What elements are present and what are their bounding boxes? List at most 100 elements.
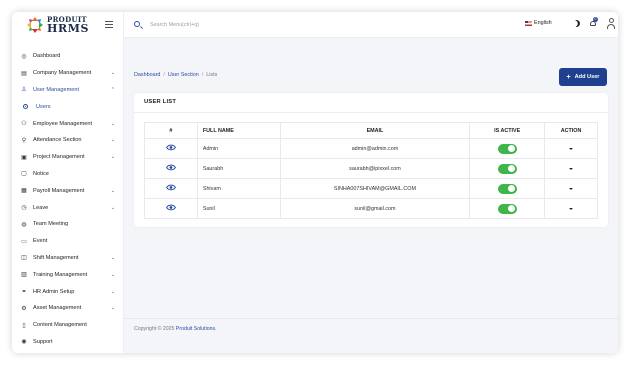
table-header-row: # FULL NAME EMAIL IS ACTIVE ACTION: [144, 122, 598, 139]
sidebar-item-hr-admin-setup[interactable]: ⚭ HR Admin Setup ⌄: [12, 283, 124, 300]
sidebar-item-employee-management[interactable]: ⚇ Employee Management ⌄: [12, 115, 124, 132]
view-eye-icon[interactable]: [165, 164, 176, 171]
sidebar-item-dashboard[interactable]: ◎ Dashboard: [12, 48, 124, 65]
dashboard-icon: ◎: [21, 53, 27, 60]
table-row: Sunil sunil@gmail.com: [144, 198, 598, 219]
sidebar-item-label: Attendance Section: [33, 137, 82, 144]
cell-full-name: Saurabh: [196, 158, 281, 179]
watch-icon: ◫: [21, 255, 27, 262]
footer: Copyright © 2025 Produit Solutions.: [134, 326, 217, 332]
clock-icon: ◷: [21, 205, 27, 212]
chevron-down-icon: ⌄: [110, 288, 115, 295]
dark-mode-toggle-icon[interactable]: [572, 19, 582, 29]
user-list-card: USER LIST # FULL NAME EMAIL IS ACTIVE AC…: [134, 93, 608, 227]
user-icon: ♙: [21, 87, 27, 94]
language-label: English: [534, 20, 552, 26]
column-header-is-active: IS ACTIVE: [469, 122, 546, 139]
chart-icon: ▥: [21, 272, 27, 279]
sidebar-item-payroll-management[interactable]: ▦ Payroll Management ⌄: [12, 182, 124, 199]
avatar[interactable]: [606, 18, 616, 30]
column-header-email: EMAIL: [279, 122, 471, 139]
sidebar-item-event[interactable]: ▭ Event: [12, 233, 124, 250]
cell-email: sunil@gmail.com: [279, 198, 471, 219]
topbar: English 0: [124, 12, 618, 38]
action-dropdown-icon[interactable]: [569, 187, 574, 190]
view-eye-icon[interactable]: [165, 184, 176, 191]
column-header-full-name: FULL NAME: [196, 122, 281, 139]
sidebar-item-label: User Management: [33, 86, 80, 93]
cell-email: SINHA007SHIVAM@GMAIL.COM: [279, 178, 471, 199]
sidebar-item-attendance-section[interactable]: ⚲ Attendance Section ⌄: [12, 132, 124, 149]
sidebar-item-label: Shift Management: [33, 254, 79, 261]
notification-badge: 0: [593, 17, 598, 22]
search-icon[interactable]: [134, 21, 140, 27]
sidebar-item-asset-management[interactable]: ⚙ Asset Management ⌄: [12, 300, 124, 317]
sidebar-item-label: HR Admin Setup: [33, 288, 75, 295]
calendar-icon: ▭: [21, 238, 27, 245]
active-toggle[interactable]: [497, 183, 517, 194]
sidebar-item-user-management[interactable]: ♙ User Management ⌃: [12, 82, 124, 99]
table-row: Shivam SINHA007SHIVAM@GMAIL.COM: [144, 178, 598, 199]
sidebar-item-label: Content Management: [33, 322, 87, 329]
sidebar-item-label: Event: [33, 238, 48, 245]
sidebar-item-shift-management[interactable]: ◫ Shift Management ⌄: [12, 250, 124, 267]
us-flag-icon: [525, 20, 532, 26]
search-input[interactable]: [150, 19, 290, 31]
breadcrumb-dashboard[interactable]: Dashboard: [134, 72, 160, 78]
dot-icon: [23, 104, 28, 110]
chevron-down-icon: ⌄: [110, 120, 115, 127]
action-dropdown-icon[interactable]: [569, 147, 574, 150]
breadcrumb: Dashboard / User Section / Lists: [134, 72, 218, 78]
breadcrumb-current: Lists: [206, 72, 218, 78]
sidebar-item-label: Notice: [33, 170, 49, 177]
support-icon: ◉: [21, 339, 27, 346]
active-toggle[interactable]: [497, 143, 517, 154]
column-header-num: #: [144, 122, 198, 139]
menu-toggle-icon[interactable]: [105, 21, 113, 28]
chevron-up-icon: ⌃: [110, 86, 115, 93]
sidebar-item-content-management[interactable]: ▯ Content Management: [12, 317, 124, 334]
logo-icon: [26, 16, 44, 34]
cell-email: admin@admin.com: [279, 138, 471, 159]
sidebar-item-team-meeting[interactable]: ◍ Team Meeting: [12, 216, 124, 233]
sidebar-item-training-management[interactable]: ▥ Training Management ⌄: [12, 266, 124, 283]
cell-email: saurabh@ipixxel.com: [279, 158, 471, 179]
app-window: PRODUIT HRMS ◎ Dashboard ▤ Company Manag…: [12, 12, 618, 353]
sidebar: PRODUIT HRMS ◎ Dashboard ▤ Company Manag…: [12, 12, 124, 353]
settings-icon: ⚭: [21, 289, 27, 296]
card-title: USER LIST: [144, 99, 177, 105]
sidebar-item-project-management[interactable]: ▣ Project Management ⌄: [12, 149, 124, 166]
sidebar-item-leave[interactable]: ◷ Leave ⌄: [12, 199, 124, 216]
sidebar-item-users[interactable]: Users: [12, 98, 124, 115]
chevron-down-icon: ⌄: [110, 254, 115, 261]
calculator-icon: ▦: [21, 188, 27, 195]
sidebar-item-support[interactable]: ◉ Support: [12, 334, 124, 351]
notification-bell-icon[interactable]: 0: [590, 17, 598, 27]
breadcrumb-user-section[interactable]: User Section: [168, 72, 199, 78]
cell-full-name: Shivam: [196, 178, 281, 199]
chevron-down-icon: ⌄: [110, 305, 115, 312]
chevron-down-icon: ⌄: [110, 187, 115, 194]
sidebar-item-label: Payroll Management: [33, 187, 85, 194]
sidebar-item-label: Employee Management: [33, 120, 93, 127]
table-row: Saurabh saurabh@ipixxel.com: [144, 158, 598, 179]
action-dropdown-icon[interactable]: [569, 207, 574, 210]
sidebar-item-label: Company Management: [33, 70, 92, 77]
building-icon: ▤: [21, 70, 27, 77]
active-toggle[interactable]: [497, 163, 517, 174]
view-eye-icon[interactable]: [165, 144, 176, 151]
chevron-down-icon: ⌄: [110, 271, 115, 278]
add-user-button[interactable]: + Add User: [559, 68, 607, 86]
view-eye-icon[interactable]: [165, 204, 176, 211]
sidebar-item-label: Users: [36, 103, 51, 110]
sidebar-item-company-management[interactable]: ▤ Company Management ⌄: [12, 65, 124, 82]
users-icon: ⚇: [21, 121, 27, 128]
language-selector[interactable]: English: [525, 20, 552, 26]
footer-brand-link[interactable]: Produit Solutions.: [176, 326, 217, 332]
sidebar-item-notice[interactable]: ▢ Notice: [12, 166, 124, 183]
sidebar-menu: ◎ Dashboard ▤ Company Management ⌄ ♙ Use…: [12, 48, 124, 350]
active-toggle[interactable]: [497, 203, 517, 214]
users-table: # FULL NAME EMAIL IS ACTIVE ACTION Admin…: [144, 122, 598, 219]
action-dropdown-icon[interactable]: [569, 167, 574, 170]
sidebar-item-label: Project Management: [33, 154, 85, 161]
